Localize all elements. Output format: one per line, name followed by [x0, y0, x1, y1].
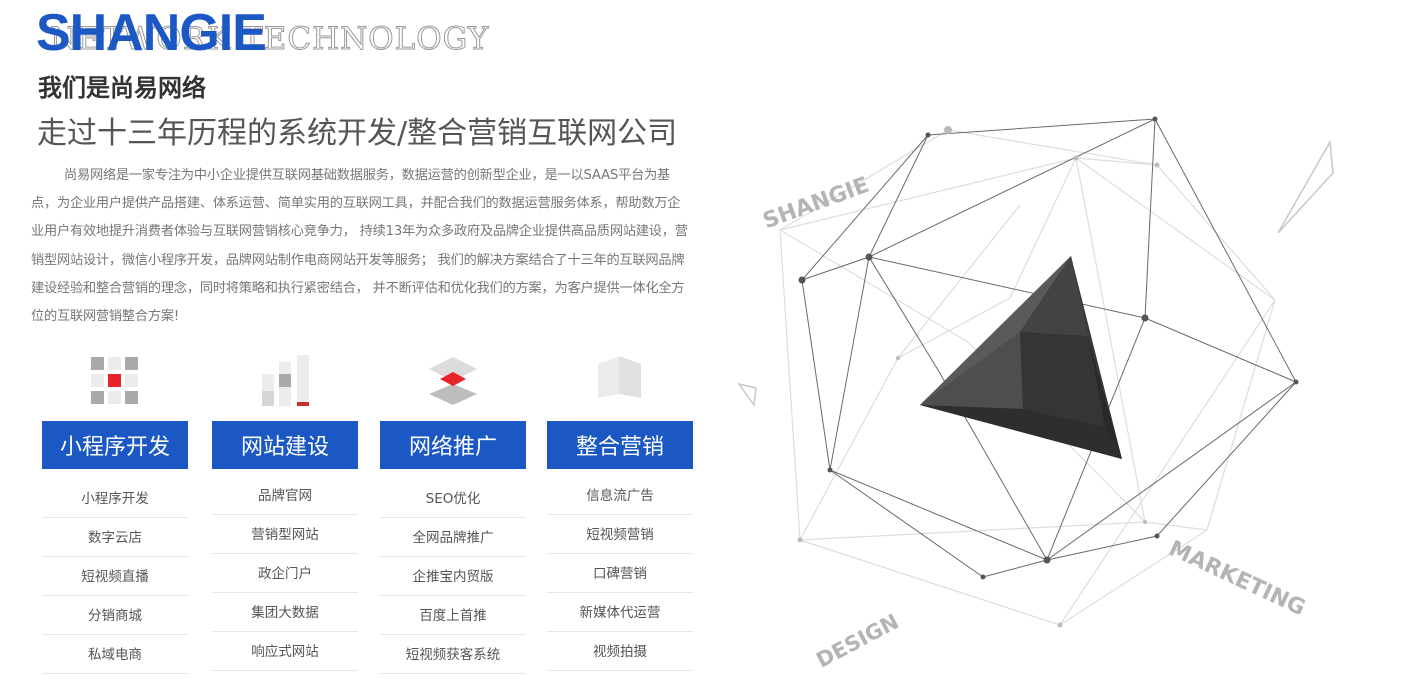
service-column-miniprogram: 小程序开发 小程序开发 数字云店 短视频直播 分销商城 私域电商	[42, 350, 188, 674]
service-item-link[interactable]: 口碑营销	[547, 554, 693, 593]
service-item-link[interactable]: 政企门户	[212, 554, 358, 593]
service-item-link[interactable]: 数字云店	[42, 518, 188, 557]
service-item-link[interactable]: SEO优化	[380, 479, 526, 518]
service-item-link[interactable]: 短视频获客系统	[380, 635, 526, 674]
service-title-button[interactable]: 小程序开发	[42, 421, 188, 469]
service-item-link[interactable]: 信息流广告	[547, 476, 693, 515]
service-title-button[interactable]: 整合营销	[547, 421, 693, 469]
about-intro-paragraph: 尚易网络是一家专注为中小企业提供互联网基础数据服务，数据运营的创新型企业，是一以…	[31, 168, 688, 325]
service-item-list: 品牌官网 营销型网站 政企门户 集团大数据 响应式网站	[212, 476, 358, 671]
service-title-button[interactable]: 网站建设	[212, 421, 358, 469]
service-item-link[interactable]: 视频拍摄	[547, 632, 693, 671]
grid-icon	[42, 350, 188, 412]
service-column-integrated-marketing: 整合营销 信息流广告 短视频营销 口碑营销 新媒体代运营 视频拍摄	[547, 350, 693, 671]
service-column-promotion: 网络推广 SEO优化 全网品牌推广 企推宝内贸版 百度上首推 短视频获客系统	[380, 350, 526, 674]
network-wireframe	[737, 116, 1334, 628]
service-item-link[interactable]: 企推宝内贸版	[380, 557, 526, 596]
service-title-button[interactable]: 网络推广	[380, 421, 526, 469]
open-book-icon	[547, 350, 693, 412]
service-item-link[interactable]: 品牌官网	[212, 476, 358, 515]
bar-chart-icon	[212, 350, 358, 412]
service-item-link[interactable]: 小程序开发	[42, 479, 188, 518]
service-item-link[interactable]: 新媒体代运营	[547, 593, 693, 632]
service-item-link[interactable]: 分销商城	[42, 596, 188, 635]
service-item-link[interactable]: 全网品牌推广	[380, 518, 526, 557]
service-item-link[interactable]: 短视频营销	[547, 515, 693, 554]
service-item-list: SEO优化 全网品牌推广 企推宝内贸版 百度上首推 短视频获客系统	[380, 479, 526, 674]
service-item-list: 小程序开发 数字云店 短视频直播 分销商城 私域电商	[42, 479, 188, 674]
pyramid-shape	[920, 256, 1122, 459]
service-column-website: 网站建设 品牌官网 营销型网站 政企门户 集团大数据 响应式网站	[212, 350, 358, 671]
service-item-link[interactable]: 响应式网站	[212, 632, 358, 671]
service-item-link[interactable]: 营销型网站	[212, 515, 358, 554]
about-headline: 走过十三年历程的系统开发/整合营销互联网公司	[37, 116, 678, 151]
decorative-network-graphic: SHANGIE DESIGN MARKETING	[720, 90, 1424, 688]
service-item-link[interactable]: 集团大数据	[212, 593, 358, 632]
about-subtitle: 我们是尚易网络	[38, 74, 206, 102]
service-item-link[interactable]: 私域电商	[42, 635, 188, 674]
service-item-link[interactable]: 短视频直播	[42, 557, 188, 596]
brand-logo-text: SHANGIE	[36, 4, 267, 62]
layers-icon	[380, 350, 526, 412]
service-item-link[interactable]: 百度上首推	[380, 596, 526, 635]
service-item-list: 信息流广告 短视频营销 口碑营销 新媒体代运营 视频拍摄	[547, 476, 693, 671]
brand-logo: NETWORK TECHNOLOGY SHANGIE	[36, 4, 596, 64]
